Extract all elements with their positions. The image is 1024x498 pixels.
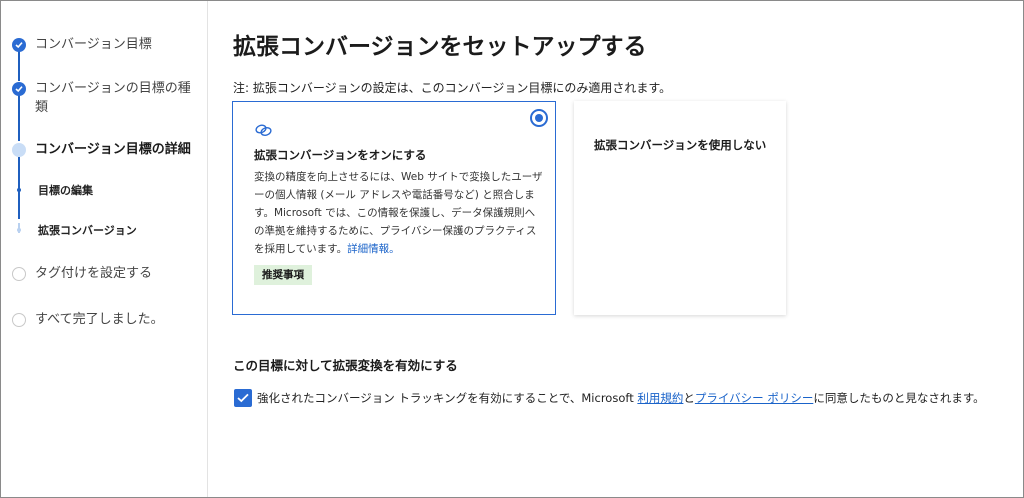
- checkmark-icon: [12, 38, 26, 52]
- option-card-disable[interactable]: 拡張コンバージョンを使用しない: [574, 101, 786, 315]
- step-label: 拡張コンバージョン: [38, 224, 137, 237]
- pending-step-icon: [12, 267, 26, 281]
- consent-text-before: 強化されたコンバージョン トラッキングを有効にすることで、Microsoft: [257, 391, 638, 405]
- step-label: すべて完了しました。: [35, 312, 164, 327]
- link-icon: [254, 122, 274, 141]
- consent-text-after: に同意したものと見なされます。: [813, 391, 985, 405]
- step-label: コンバージョン目標の詳細: [35, 142, 191, 157]
- scope-note: 注: 拡張コンバージョンの設定は、このコンバージョン目標にのみ適用されます。: [233, 81, 672, 95]
- option-title: 拡張コンバージョンを使用しない: [594, 138, 767, 152]
- step-label: 目標の編集: [38, 184, 93, 197]
- privacy-policy-link[interactable]: プライバシー ポリシー: [695, 391, 813, 405]
- checkmark-icon: [12, 82, 26, 96]
- option-card-enable[interactable]: 拡張コンバージョンをオンにする 変換の精度を向上させるには、Web サイトで変換…: [232, 101, 556, 315]
- option-description: 変換の精度を向上させるには、Web サイトで変換したユーザーの個人情報 (メール…: [254, 168, 544, 258]
- current-step-icon: [12, 143, 26, 157]
- consent-checkbox[interactable]: [234, 389, 252, 407]
- checkmark-icon: [237, 393, 249, 403]
- substep-dot-icon: [17, 188, 21, 192]
- step-label: コンバージョンの目標の種類: [35, 81, 191, 115]
- step-label: タグ付けを設定する: [35, 266, 153, 281]
- radio-selected-dot: [535, 114, 543, 122]
- setup-stepper: コンバージョン目標 コンバージョンの目標の種類 コンバージョン目標の詳細 目標の…: [1, 1, 208, 497]
- section-heading: この目標に対して拡張変換を有効にする: [233, 358, 458, 373]
- radio-enable[interactable]: [530, 109, 548, 127]
- stepper-connector: [18, 95, 20, 141]
- step-label: コンバージョン目標: [35, 37, 152, 52]
- app-window: コンバージョン目標 コンバージョンの目標の種類 コンバージョン目標の詳細 目標の…: [0, 0, 1024, 498]
- learn-more-link[interactable]: 詳細情報。: [347, 243, 400, 255]
- page-title: 拡張コンバージョンをセットアップする: [233, 34, 647, 60]
- consent-conjunction: と: [683, 391, 695, 405]
- substep-dot-icon: [17, 228, 21, 232]
- consent-text: 強化されたコンバージョン トラッキングを有効にすることで、Microsoft 利…: [257, 389, 985, 407]
- stepper-connector: [18, 51, 20, 81]
- option-title: 拡張コンバージョンをオンにする: [254, 148, 427, 162]
- recommended-badge: 推奨事項: [254, 265, 312, 285]
- pending-step-icon: [12, 313, 26, 327]
- terms-of-use-link[interactable]: 利用規約: [637, 391, 683, 405]
